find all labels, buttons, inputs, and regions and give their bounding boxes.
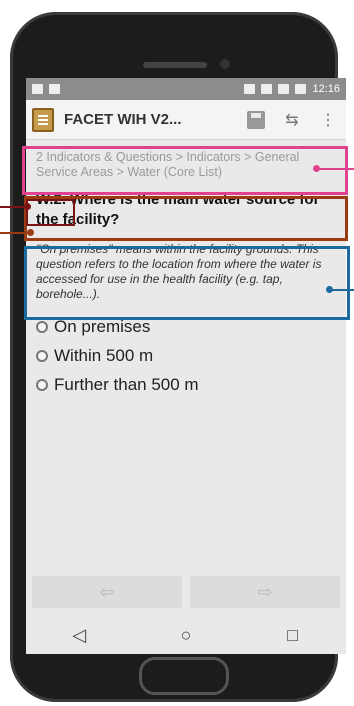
signal-icon <box>278 84 290 94</box>
arrow-left-icon: ⇦ <box>99 581 115 602</box>
status-bar: 12:16 <box>26 78 346 100</box>
back-softkey[interactable]: ◁ <box>59 625 99 646</box>
question-pointer-dot <box>27 229 34 236</box>
app-title: FACET WIH V2... <box>64 111 182 128</box>
option-label: Further than 500 m <box>54 374 199 394</box>
save-button[interactable] <box>244 108 268 132</box>
option-label: Within 500 m <box>54 345 154 365</box>
option-within-500m[interactable]: Within 500 m <box>36 341 336 370</box>
radio-button[interactable] <box>36 349 48 362</box>
front-camera <box>220 59 230 69</box>
battery-icon <box>295 84 307 94</box>
clock: 12:16 <box>312 83 340 95</box>
hint-pointer-line <box>330 289 354 291</box>
arrow-right-icon: ⇨ <box>257 581 273 602</box>
form-navigation: ⇦ ⇨ <box>32 576 340 608</box>
action-bar: FACET WIH V2... ⇆ ⋮ <box>26 100 346 140</box>
clipboard-icon <box>32 107 54 132</box>
android-navigation-bar: ◁ ○ □ <box>26 616 346 654</box>
question-pointer-line <box>0 232 30 234</box>
sim-icon <box>244 84 256 94</box>
breadcrumb-pointer-dot <box>313 165 320 172</box>
recents-softkey[interactable]: □ <box>273 625 313 646</box>
hardware-home-button[interactable] <box>139 657 229 695</box>
save-icon <box>247 110 265 129</box>
image-icon <box>49 84 60 94</box>
overflow-menu-icon: ⋮ <box>320 111 336 129</box>
answer-options: On premises Within 500 m Further than 50… <box>36 312 336 399</box>
radio-button[interactable] <box>36 320 48 333</box>
home-softkey[interactable]: ○ <box>166 625 206 646</box>
option-further-than-500m[interactable]: Further than 500 m <box>36 370 336 399</box>
wifi-icon <box>261 84 273 94</box>
radio-button[interactable] <box>36 378 48 391</box>
question-code-pointer-dot <box>24 203 31 210</box>
speaker-grille <box>143 62 207 68</box>
breadcrumb-highlight-box <box>22 146 348 195</box>
check-icon <box>32 84 43 94</box>
hint-highlight-box <box>24 246 350 320</box>
language-icon: ⇆ <box>285 111 299 129</box>
hint-pointer-dot <box>326 286 333 293</box>
question-code-highlight-box <box>26 199 75 226</box>
change-language-button[interactable]: ⇆ <box>280 108 304 132</box>
breadcrumb-pointer-line <box>316 168 354 170</box>
next-button[interactable]: ⇨ <box>190 576 340 608</box>
overflow-menu-button[interactable]: ⋮ <box>316 108 340 132</box>
previous-button[interactable]: ⇦ <box>32 576 182 608</box>
